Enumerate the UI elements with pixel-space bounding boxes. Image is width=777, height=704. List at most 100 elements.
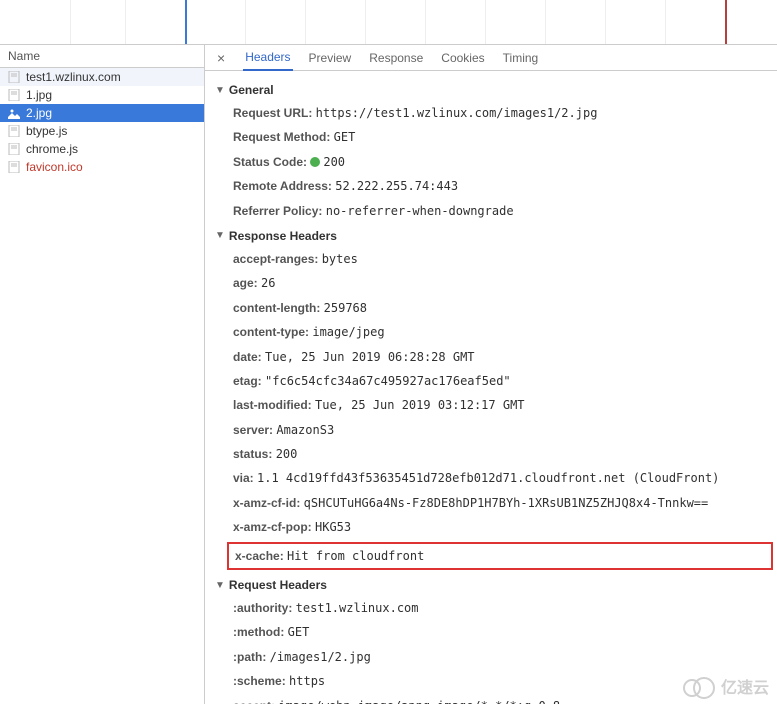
image-file-icon bbox=[8, 107, 20, 119]
section-response-headers-label: Response Headers bbox=[229, 229, 337, 243]
status-dot-icon bbox=[310, 157, 320, 167]
tab-timing[interactable]: Timing bbox=[501, 46, 541, 70]
header-value: 26 bbox=[261, 276, 275, 290]
header-key: Request URL: bbox=[233, 106, 316, 120]
request-row[interactable]: favicon.ico bbox=[0, 158, 204, 176]
header-row: etag: "fc6c54cfc34a67c495927ac176eaf5ed" bbox=[233, 369, 767, 393]
header-key: accept-ranges: bbox=[233, 252, 322, 266]
header-row: x-amz-cf-id: qSHCUTuHG6a4Ns-Fz8DE8hDP1H7… bbox=[233, 491, 767, 515]
header-key: :method: bbox=[233, 625, 288, 639]
header-row: :method: GET bbox=[233, 620, 767, 644]
header-key: :scheme: bbox=[233, 674, 289, 688]
header-row: Referrer Policy: no-referrer-when-downgr… bbox=[233, 199, 767, 223]
section-request-headers[interactable]: ▼ Request Headers bbox=[215, 572, 767, 596]
header-value: 259768 bbox=[324, 301, 367, 315]
header-row: via: 1.1 4cd19ffd43f53635451d728efb012d7… bbox=[233, 466, 767, 490]
request-row-label: 2.jpg bbox=[26, 106, 52, 120]
header-key: Request Method: bbox=[233, 130, 334, 144]
header-key: Referrer Policy: bbox=[233, 204, 326, 218]
header-value: 1.1 4cd19ffd43f53635451d728efb012d71.clo… bbox=[257, 471, 719, 485]
header-key: x-cache: bbox=[235, 549, 287, 563]
header-key: last-modified: bbox=[233, 398, 315, 412]
network-request-list: Name test1.wzlinux.com 1.jpg 2.jpg btype.js… bbox=[0, 45, 205, 704]
header-value: HKG53 bbox=[315, 520, 351, 534]
header-row: server: AmazonS3 bbox=[233, 418, 767, 442]
header-value: AmazonS3 bbox=[276, 423, 334, 437]
header-key: Remote Address: bbox=[233, 179, 335, 193]
close-icon[interactable]: × bbox=[213, 50, 229, 66]
request-row[interactable]: btype.js bbox=[0, 122, 204, 140]
header-row: accept-ranges: bytes bbox=[233, 247, 767, 271]
watermark: 亿速云 bbox=[683, 674, 769, 698]
header-value: qSHCUTuHG6a4Ns-Fz8DE8hDP1H7BYh-1XRsUB1NZ… bbox=[304, 496, 709, 510]
header-row: x-amz-cf-pop: HKG53 bbox=[233, 515, 767, 539]
header-value: 200 bbox=[276, 447, 298, 461]
tab-preview[interactable]: Preview bbox=[307, 46, 354, 70]
header-value: 200 bbox=[310, 155, 345, 169]
document-file-icon bbox=[8, 125, 20, 137]
header-value: GET bbox=[334, 130, 356, 144]
header-row: content-length: 259768 bbox=[233, 296, 767, 320]
caret-down-icon: ▼ bbox=[215, 85, 225, 96]
tab-response[interactable]: Response bbox=[367, 46, 425, 70]
header-row: Request Method: GET bbox=[233, 125, 767, 149]
request-row-label: btype.js bbox=[26, 124, 67, 138]
sidebar-header-name[interactable]: Name bbox=[0, 45, 204, 68]
header-key: via: bbox=[233, 471, 257, 485]
header-value: /images1/2.jpg bbox=[270, 650, 371, 664]
header-value: Tue, 25 Jun 2019 03:12:17 GMT bbox=[315, 398, 525, 412]
header-key: accept: bbox=[233, 699, 278, 704]
header-key: etag: bbox=[233, 374, 265, 388]
caret-down-icon: ▼ bbox=[215, 230, 225, 241]
header-value: bytes bbox=[322, 252, 358, 266]
header-key: date: bbox=[233, 350, 265, 364]
header-row: Remote Address: 52.222.255.74:443 bbox=[233, 174, 767, 198]
header-row: last-modified: Tue, 25 Jun 2019 03:12:17… bbox=[233, 393, 767, 417]
request-row[interactable]: test1.wzlinux.com bbox=[0, 68, 204, 86]
header-value: Tue, 25 Jun 2019 06:28:28 GMT bbox=[265, 350, 475, 364]
header-key: content-length: bbox=[233, 301, 324, 315]
watermark-text: 亿速云 bbox=[721, 674, 769, 698]
header-key: :authority: bbox=[233, 601, 296, 615]
header-value: "fc6c54cfc34a67c495927ac176eaf5ed" bbox=[265, 374, 511, 388]
header-row: :path: /images1/2.jpg bbox=[233, 645, 767, 669]
header-row: age: 26 bbox=[233, 271, 767, 295]
section-general-label: General bbox=[229, 83, 274, 97]
header-row: Status Code: 200 bbox=[233, 150, 767, 174]
request-row-label: test1.wzlinux.com bbox=[26, 70, 121, 84]
header-row: status: 200 bbox=[233, 442, 767, 466]
header-value: test1.wzlinux.com bbox=[296, 601, 419, 615]
document-file-icon bbox=[8, 71, 20, 83]
tab-cookies[interactable]: Cookies bbox=[439, 46, 486, 70]
header-row: :authority: test1.wzlinux.com bbox=[233, 596, 767, 620]
header-value: GET bbox=[288, 625, 310, 639]
favicon-file-icon bbox=[8, 161, 20, 173]
headers-panel: ▼ General Request URL: https://test1.wzl… bbox=[205, 71, 777, 704]
request-row[interactable]: 1.jpg bbox=[0, 86, 204, 104]
tab-headers[interactable]: Headers bbox=[243, 45, 292, 71]
request-row[interactable]: 2.jpg bbox=[0, 104, 204, 122]
request-row[interactable]: chrome.js bbox=[0, 140, 204, 158]
header-key: age: bbox=[233, 276, 261, 290]
header-key: status: bbox=[233, 447, 276, 461]
header-value: image/jpeg bbox=[312, 325, 384, 339]
header-row: Request URL: https://test1.wzlinux.com/i… bbox=[233, 101, 767, 125]
document-file-icon bbox=[8, 89, 20, 101]
request-row-label: favicon.ico bbox=[26, 160, 83, 174]
header-key: x-amz-cf-id: bbox=[233, 496, 304, 510]
header-row: x-cache: Hit from cloudfront bbox=[227, 542, 773, 570]
section-response-headers[interactable]: ▼ Response Headers bbox=[215, 223, 767, 247]
request-row-label: 1.jpg bbox=[26, 88, 52, 102]
request-row-label: chrome.js bbox=[26, 142, 78, 156]
header-key: server: bbox=[233, 423, 276, 437]
header-row: date: Tue, 25 Jun 2019 06:28:28 GMT bbox=[233, 345, 767, 369]
header-row: content-type: image/jpeg bbox=[233, 320, 767, 344]
header-value: https bbox=[289, 674, 325, 688]
section-general[interactable]: ▼ General bbox=[215, 77, 767, 101]
header-value: 52.222.255.74:443 bbox=[335, 179, 458, 193]
header-value: https://test1.wzlinux.com/images1/2.jpg bbox=[316, 106, 598, 120]
header-value: no-referrer-when-downgrade bbox=[326, 204, 514, 218]
waterfall-timeline bbox=[0, 0, 777, 45]
header-key: content-type: bbox=[233, 325, 312, 339]
header-key: Status Code: bbox=[233, 155, 310, 169]
